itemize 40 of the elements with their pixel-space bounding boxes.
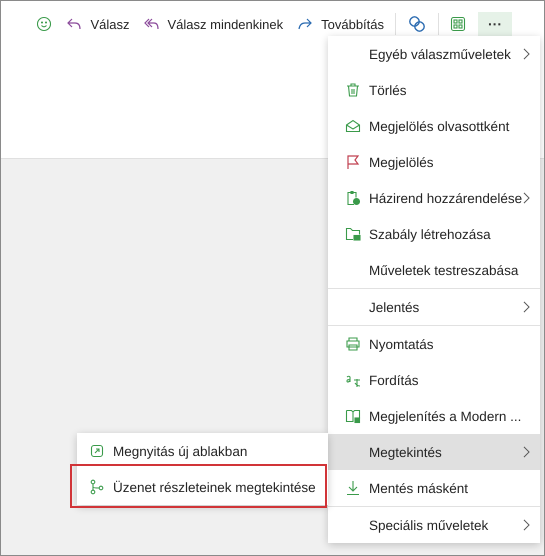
menu-item[interactable]: Megjelölés olvasottként xyxy=(328,108,540,144)
open-window-icon xyxy=(89,443,105,459)
menu-item[interactable]: Speciális műveletek xyxy=(328,507,540,543)
forward-icon xyxy=(297,16,314,32)
menu-item[interactable]: Műveletek testreszabása xyxy=(328,252,540,289)
toolbar-button[interactable]: Továbbítás xyxy=(291,12,390,36)
menu-item[interactable]: Jelentés xyxy=(328,289,540,326)
flag-icon xyxy=(345,154,361,170)
menu-item[interactable]: Üzenet részleteinek megtekintése xyxy=(77,469,328,505)
reply-icon xyxy=(66,16,82,32)
folder-mail-icon xyxy=(345,226,361,242)
loop-icon xyxy=(407,14,427,34)
toolbar-button[interactable]: Válasz mindenkinek xyxy=(138,12,290,36)
clipboard-plus-icon xyxy=(345,190,361,206)
chevron-right-icon xyxy=(523,519,530,531)
menu-item[interactable]: Egyéb válaszműveletek xyxy=(328,36,540,72)
menu-item[interactable]: Házirend hozzárendelése xyxy=(328,180,540,216)
branch-icon xyxy=(89,479,105,495)
printer-icon xyxy=(345,336,361,352)
chevron-right-icon xyxy=(523,192,530,204)
toolbar-button[interactable]: Válasz xyxy=(60,12,136,36)
chevron-right-icon xyxy=(523,446,530,458)
apps-icon xyxy=(450,16,466,32)
download-icon xyxy=(345,480,361,496)
menu-item[interactable]: Törlés xyxy=(328,72,540,108)
menu-item[interactable]: Szabály létrehozása xyxy=(328,216,540,252)
menu-item[interactable]: Megjelenítés a Modern ... xyxy=(328,398,540,434)
menu-item[interactable]: Megtekintés xyxy=(328,434,540,470)
menu-item[interactable]: Megnyitás új ablakban xyxy=(77,433,328,469)
smiley-icon xyxy=(36,16,52,32)
menu-item[interactable]: Megjelölés xyxy=(328,144,540,180)
more-options-button[interactable]: ··· xyxy=(478,12,512,36)
chevron-right-icon xyxy=(523,301,530,313)
trash-icon xyxy=(345,82,361,98)
menu-item[interactable]: Fordítás xyxy=(328,362,540,398)
book-icon xyxy=(345,408,361,424)
open-envelope-icon xyxy=(345,118,361,134)
reply-all-icon xyxy=(144,16,160,32)
chevron-right-icon xyxy=(523,48,530,60)
menu-item[interactable]: Nyomtatás xyxy=(328,326,540,362)
